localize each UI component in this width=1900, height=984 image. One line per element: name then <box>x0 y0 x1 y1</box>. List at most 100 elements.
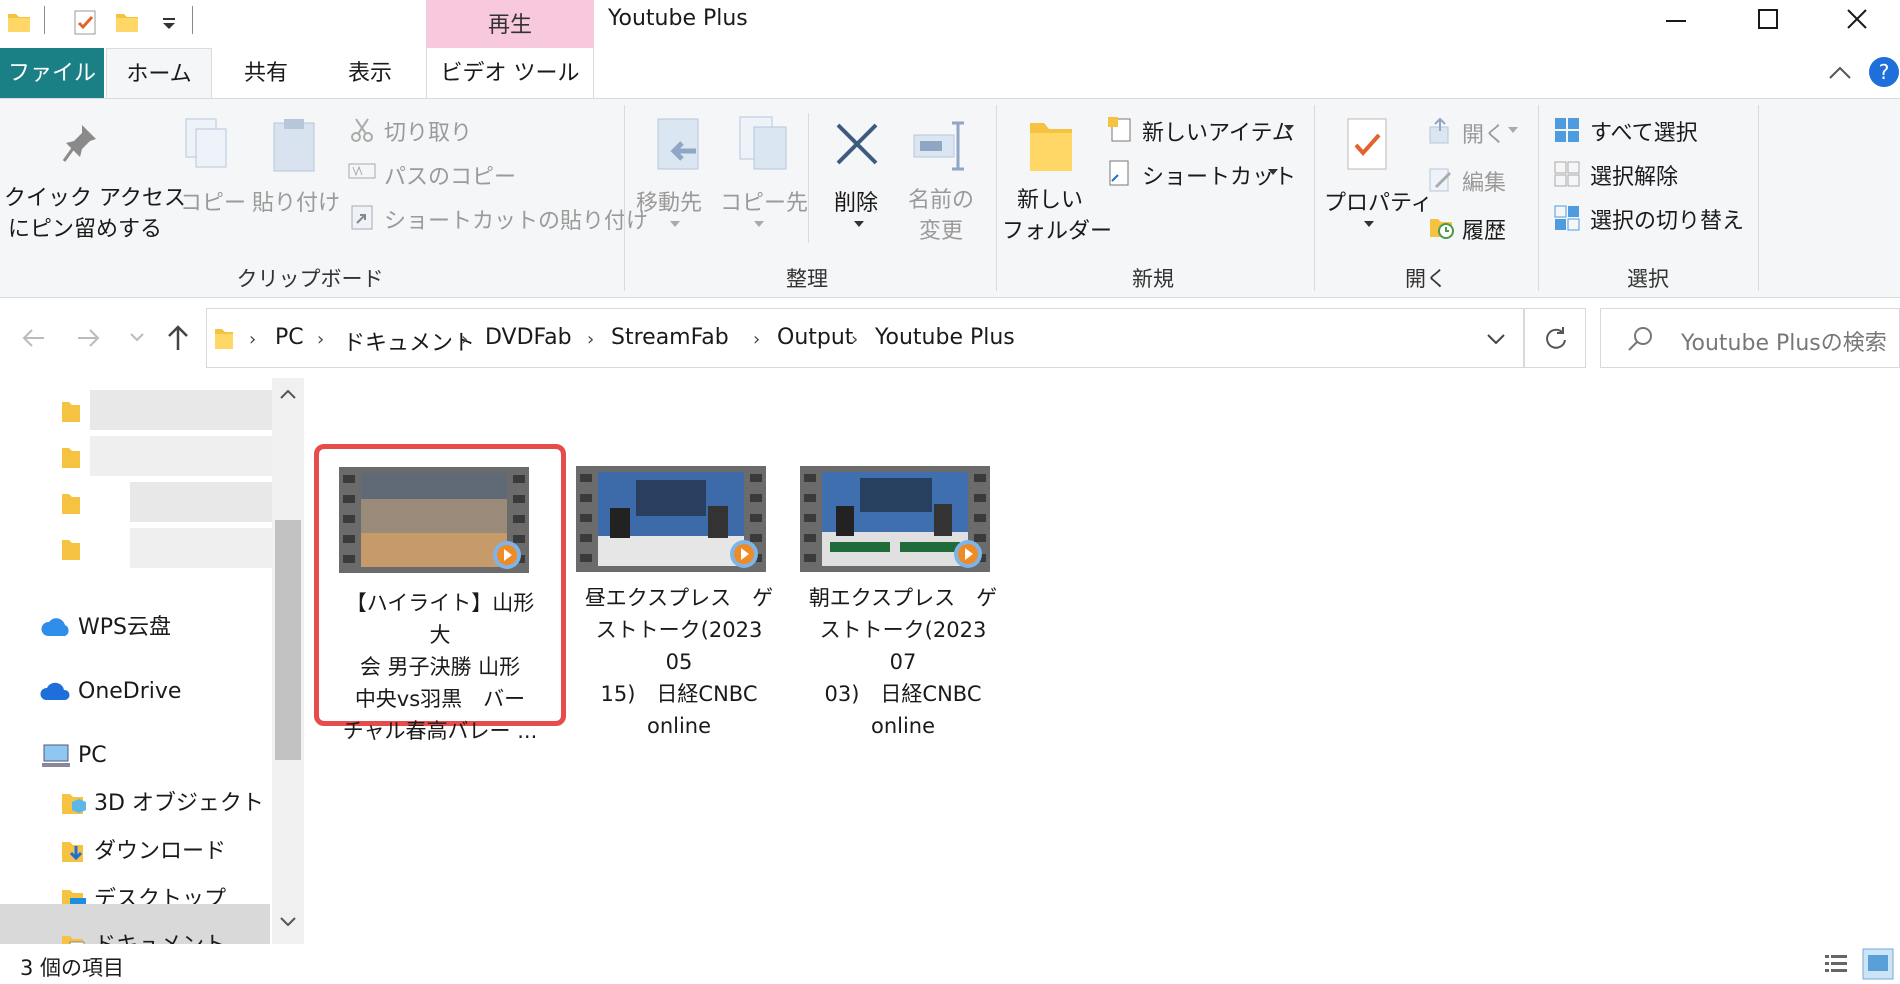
nav-scrollbar[interactable] <box>272 378 304 944</box>
edit-button[interactable]: 編集 <box>1462 165 1506 197</box>
breadcrumb-dvdfab[interactable]: DVDFab <box>485 325 572 350</box>
chevron-down-icon[interactable] <box>668 219 682 229</box>
paste-shortcut-button[interactable]: ショートカットの貼り付け <box>384 203 648 235</box>
maximize-button[interactable] <box>1722 0 1814 42</box>
ribbon: クイック アクセス にピン留めする コピー 貼り付け 切り取り パスのコピー シ… <box>0 98 1900 298</box>
search-box[interactable]: Youtube Plusの検索 <box>1600 308 1900 368</box>
back-arrow-icon[interactable] <box>18 324 48 352</box>
ribbon-separator <box>1314 105 1315 291</box>
close-button[interactable] <box>1814 0 1900 42</box>
minimize-button[interactable] <box>1630 0 1722 42</box>
file-item-video-3[interactable]: 朝エクスプレス ゲ ストトーク(2023 07 03) 日経CNBC onlin… <box>790 444 1016 738</box>
chevron-down-icon[interactable] <box>1282 123 1296 133</box>
breadcrumb-separator: › <box>587 329 595 350</box>
folder-icon[interactable] <box>60 490 82 516</box>
customize-toolbar-icon[interactable] <box>156 8 182 36</box>
scrollbar-thumb[interactable] <box>275 520 301 760</box>
computer-icon <box>42 744 70 767</box>
tab-share[interactable]: 共有 <box>222 48 310 98</box>
nav-item-label: WPS云盘 <box>78 615 171 640</box>
new-folder-button[interactable]: 新しい フォルダー <box>1002 185 1113 247</box>
select-none-button[interactable]: 選択解除 <box>1590 159 1678 191</box>
folder-icon[interactable] <box>60 398 82 424</box>
copy-path-button[interactable]: パスのコピー <box>384 159 516 191</box>
select-all-icon <box>1555 118 1579 142</box>
ribbon-separator <box>996 105 997 291</box>
invert-selection-icon <box>1554 205 1580 231</box>
delete-button[interactable]: 削除 <box>834 185 878 217</box>
pin-quick-access-button[interactable]: クイック アクセス にピン留めする <box>4 183 186 245</box>
breadcrumb-pc[interactable]: PC <box>275 325 304 350</box>
history-button[interactable]: 履歴 <box>1462 213 1506 245</box>
folder-icon <box>215 329 233 349</box>
tab-file[interactable]: ファイル <box>0 48 104 98</box>
large-icons-view-icon[interactable] <box>1862 948 1894 980</box>
group-label-organize: 整理 <box>786 267 828 291</box>
invert-selection-button[interactable]: 選択の切り替え <box>1590 203 1744 235</box>
select-all-button[interactable]: すべて選択 <box>1590 115 1698 147</box>
pin-icon <box>62 125 96 162</box>
scroll-up-icon[interactable] <box>278 386 298 402</box>
properties-button[interactable]: プロパティ <box>1324 185 1433 217</box>
chevron-down-icon[interactable] <box>1362 219 1376 229</box>
rename-button[interactable]: 名前の 変更 <box>898 185 984 247</box>
onedrive-cloud-icon <box>40 682 70 700</box>
tab-view[interactable]: 表示 <box>328 48 412 98</box>
copy-button[interactable]: コピー <box>180 185 246 217</box>
details-view-icon[interactable] <box>1822 950 1850 978</box>
folder-icon[interactable] <box>6 8 32 36</box>
obscured-region <box>90 436 272 476</box>
history-icon <box>1430 219 1454 239</box>
collapse-ribbon-icon[interactable] <box>1826 62 1854 84</box>
tab-home[interactable]: ホーム <box>106 48 212 99</box>
file-item-video-2[interactable]: 昼エクスプレス ゲ ストトーク(2023 05 15) 日経CNBC onlin… <box>566 444 792 738</box>
move-to-button[interactable]: 移動先 <box>636 185 702 217</box>
properties-icon[interactable] <box>72 8 98 36</box>
help-icon[interactable]: ? <box>1868 56 1900 88</box>
cloud-icon <box>41 618 69 636</box>
tab-video-tools[interactable]: ビデオ ツール <box>426 48 594 98</box>
group-label-select: 選択 <box>1627 267 1669 291</box>
breadcrumb-streamfab[interactable]: StreamFab <box>611 325 729 350</box>
refresh-button[interactable] <box>1524 308 1586 368</box>
rename-label-line1: 名前の <box>907 188 974 213</box>
breadcrumb-separator: › <box>317 329 325 350</box>
breadcrumb-output[interactable]: Output <box>777 325 853 350</box>
paste-shortcut-icon <box>351 205 373 230</box>
address-bar[interactable]: › PC › ドキュメント › DVDFab › StreamFab › Out… <box>206 308 1524 368</box>
contextual-tab-header: 再生 <box>426 0 594 48</box>
chevron-down-icon[interactable] <box>1485 331 1507 347</box>
up-arrow-icon[interactable] <box>164 322 192 352</box>
nav-item-label: PC <box>78 743 107 768</box>
chevron-down-icon[interactable] <box>852 219 866 229</box>
breadcrumb-youtube-plus[interactable]: Youtube Plus <box>875 325 1015 350</box>
file-item-video-1[interactable]: 【ハイライト】山形大 会 男子決勝 山形 中央vs羽黒 バー チャル春高バレー … <box>314 444 566 743</box>
paste-button[interactable]: 貼り付け <box>252 185 340 217</box>
forward-arrow-icon[interactable] <box>74 324 104 352</box>
chevron-down-icon[interactable] <box>1506 125 1520 135</box>
toolbar-separator <box>44 6 45 34</box>
pin-label-line2: にピン留めする <box>7 217 162 242</box>
open-button[interactable]: 開く <box>1462 117 1506 149</box>
cut-button[interactable]: 切り取り <box>384 115 472 147</box>
ribbon-tab-row: ファイル ホーム 共有 表示 ビデオ ツール ? <box>0 48 1900 99</box>
folder-icon[interactable] <box>60 536 82 562</box>
nav-item-label: ダウンロード <box>94 839 227 864</box>
copy-to-icon <box>739 116 787 170</box>
new-folder-icon[interactable] <box>114 8 140 36</box>
rename-label-line2: 変更 <box>918 219 963 244</box>
edit-icon <box>1429 168 1452 192</box>
file-name: 【ハイライト】山形大 会 男子決勝 山形 中央vs羽黒 バー チャル春高バレー … <box>342 591 538 743</box>
new-folder-label-line2: フォルダー <box>1002 219 1113 244</box>
new-item-button[interactable]: 新しいアイテム <box>1142 115 1294 147</box>
recent-locations-icon[interactable] <box>128 330 146 344</box>
file-name: 朝エクスプレス ゲ ストトーク(2023 07 03) 日経CNBC onlin… <box>808 586 998 738</box>
breadcrumb-documents[interactable]: ドキュメント <box>343 325 475 357</box>
scroll-down-icon[interactable] <box>278 914 298 930</box>
copy-to-button[interactable]: コピー先 <box>720 185 808 217</box>
search-input[interactable]: Youtube Plusの検索 <box>1681 325 1887 357</box>
chevron-down-icon[interactable] <box>752 219 766 229</box>
folder-icon[interactable] <box>60 444 82 470</box>
chevron-down-icon[interactable] <box>1266 167 1280 177</box>
3d-objects-icon <box>62 794 86 814</box>
